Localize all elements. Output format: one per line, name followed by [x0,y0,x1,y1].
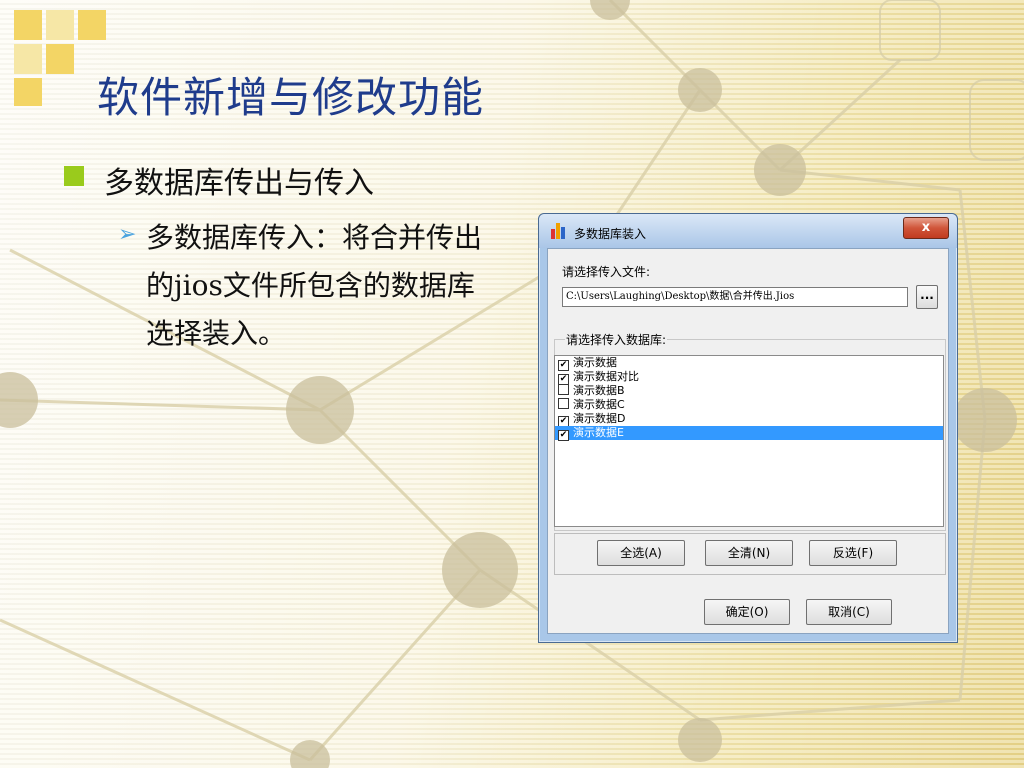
close-button[interactable]: x [903,217,949,239]
import-databases-dialog: 多数据库装入 x 请选择传入文件: C:\Users\Laughing\Desk… [538,213,958,643]
corner-square [78,10,106,40]
ok-button[interactable]: 确定(O) [704,599,790,625]
corner-square [14,44,42,74]
app-icon [551,223,567,239]
clear-all-button[interactable]: 全清(N) [705,540,793,566]
database-list-item[interactable]: ✔ 演示数据D [555,412,943,427]
database-list-item[interactable]: 演示数据B [555,384,943,398]
cancel-button[interactable]: 取消(C) [806,599,892,625]
database-name: 演示数据E [573,426,624,439]
database-name: 演示数据 [573,356,617,369]
dialog-client-area: 请选择传入文件: C:\Users\Laughing\Desktop\数据\合并… [547,248,949,634]
select-all-button[interactable]: 全选(A) [597,540,685,566]
browse-button[interactable]: ... [916,285,938,309]
file-label: 请选择传入文件: [562,265,651,279]
corner-square [14,78,42,106]
square-bullet-icon [64,166,84,186]
database-name: 演示数据B [573,384,625,397]
corner-square [46,10,74,40]
corner-square [46,44,74,74]
database-name: 演示数据C [573,398,625,411]
database-name: 演示数据对比 [573,370,639,383]
database-name: 演示数据D [573,412,626,425]
database-list-item[interactable]: ✔ 演示数据 [555,356,943,371]
selection-button-bar: 全选(A) 全清(N) 反选(F) [554,533,946,575]
invert-selection-button[interactable]: 反选(F) [809,540,897,566]
database-list-item[interactable]: ✔ 演示数据对比 [555,370,943,385]
database-list-item[interactable]: ✔ 演示数据E [555,426,943,441]
database-checklist[interactable]: ✔ 演示数据 ✔ 演示数据对比 演示数据B 演示数据C ✔ 演示数据D ✔ 演示数据E [554,355,944,527]
database-list-item[interactable]: 演示数据C [555,398,943,412]
dialog-titlebar[interactable]: 多数据库装入 x [539,214,957,248]
checkbox-checked[interactable]: ✔ [558,430,569,441]
database-group-label: 请选择传入数据库: [565,331,668,348]
checkbox-unchecked[interactable] [558,384,569,395]
arrow-bullet-icon: ➢ [118,222,137,247]
file-path-input[interactable]: C:\Users\Laughing\Desktop\数据\合并传出.Jios [562,287,908,307]
checkbox-unchecked[interactable] [558,398,569,409]
bullet-level1-text: 多数据库传出与传入 [104,166,374,201]
dialog-title: 多数据库装入 [574,227,647,241]
slide-title: 软件新增与修改功能 [97,73,485,122]
corner-square [14,10,42,40]
bullet-level2-text: 多数据库传入：将合并传出的jios文件所包含的数据库选择装入。 [146,221,483,350]
